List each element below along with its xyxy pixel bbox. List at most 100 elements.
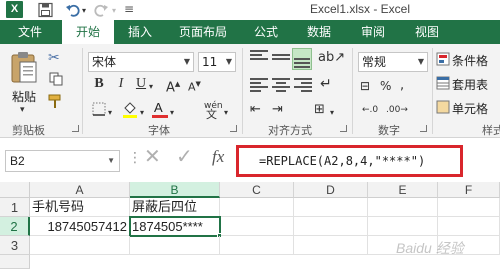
- paste-dropdown-icon[interactable]: ▾: [20, 102, 25, 118]
- increase-font-icon[interactable]: A▲: [166, 76, 180, 96]
- format-as-table-button[interactable]: 套用表: [452, 76, 488, 93]
- cell-c2[interactable]: [221, 217, 294, 236]
- cell-a3[interactable]: [30, 236, 130, 255]
- align-top-icon[interactable]: [250, 50, 268, 64]
- tab-insert[interactable]: 插入: [116, 20, 164, 44]
- conditional-formatting-icon[interactable]: [436, 52, 450, 66]
- underline-button[interactable]: U: [134, 76, 148, 92]
- font-color-dropdown-icon[interactable]: ▾: [170, 105, 174, 121]
- column-header-a[interactable]: A: [30, 182, 130, 198]
- cell-e1[interactable]: [368, 198, 438, 217]
- undo-icon[interactable]: [66, 2, 80, 18]
- format-as-table-icon[interactable]: [436, 76, 450, 90]
- undo-dropdown-icon[interactable]: ▾: [82, 3, 86, 19]
- accounting-format-icon[interactable]: ⊟: [360, 78, 370, 94]
- insert-function-icon[interactable]: fx: [212, 148, 224, 165]
- tab-view[interactable]: 视图: [404, 20, 450, 44]
- wrap-text-icon[interactable]: ↵: [320, 76, 332, 92]
- cell-b2[interactable]: 1874505****: [129, 216, 221, 237]
- borders-dropdown-icon[interactable]: ▾: [108, 105, 112, 121]
- copy-icon[interactable]: [49, 72, 63, 86]
- font-launcher-icon[interactable]: [230, 125, 237, 132]
- column-header-f[interactable]: F: [438, 182, 500, 198]
- row-header-2[interactable]: 2: [0, 217, 30, 236]
- align-bottom-icon[interactable]: [292, 48, 312, 70]
- underline-dropdown-icon[interactable]: ▾: [149, 79, 153, 95]
- divider: [432, 48, 433, 134]
- comma-style-icon[interactable]: ,: [400, 78, 404, 94]
- column-header-e[interactable]: E: [368, 182, 438, 198]
- divider: [352, 48, 353, 134]
- row-header-3[interactable]: 3: [0, 236, 30, 255]
- cell-f2[interactable]: [438, 217, 500, 236]
- save-icon[interactable]: [38, 2, 53, 18]
- row-header-1[interactable]: 1: [0, 198, 30, 217]
- excel-app-icon[interactable]: X: [6, 1, 23, 18]
- conditional-formatting-button[interactable]: 条件格: [452, 52, 488, 69]
- phonetic-dropdown-icon[interactable]: ▾: [224, 105, 228, 121]
- more-options-icon[interactable]: ⋮: [128, 150, 142, 166]
- font-name-select[interactable]: 宋体 ▼: [88, 52, 194, 72]
- align-middle-icon[interactable]: [272, 54, 290, 68]
- tab-review[interactable]: 审阅: [350, 20, 396, 44]
- merge-center-icon[interactable]: ⊞: [314, 102, 325, 118]
- customize-qat-icon[interactable]: ≡: [124, 1, 134, 17]
- font-color-icon[interactable]: A: [152, 100, 168, 118]
- number-format-select[interactable]: 常规 ▼: [358, 52, 428, 72]
- align-right-icon[interactable]: [294, 78, 312, 92]
- cancel-icon[interactable]: ✕: [144, 146, 161, 166]
- align-left-icon[interactable]: [250, 78, 268, 92]
- italic-button[interactable]: I: [114, 76, 128, 92]
- cell-a2[interactable]: 18745057412: [30, 217, 130, 236]
- align-center-icon[interactable]: [272, 78, 290, 92]
- percent-style-icon[interactable]: %: [380, 78, 391, 94]
- fill-color-icon[interactable]: [122, 100, 138, 118]
- tab-formulas[interactable]: 公式: [244, 20, 288, 44]
- paste-icon[interactable]: [10, 50, 38, 84]
- decrease-indent-icon[interactable]: ⇤: [250, 102, 261, 118]
- cut-icon[interactable]: ✂: [48, 50, 60, 66]
- tab-file[interactable]: 文件: [4, 20, 56, 44]
- number-launcher-icon[interactable]: [420, 125, 427, 132]
- cell-d3[interactable]: [294, 236, 368, 255]
- name-box[interactable]: B2 ▼: [5, 150, 120, 172]
- cell-styles-icon[interactable]: [436, 100, 450, 114]
- tab-page-layout[interactable]: 页面布局: [172, 20, 234, 44]
- font-size-select[interactable]: 11 ▼: [198, 52, 236, 72]
- cell-d2[interactable]: [294, 217, 368, 236]
- cell-b1[interactable]: 屏蔽后四位: [130, 198, 220, 217]
- merge-dropdown-icon[interactable]: ▾: [330, 105, 334, 121]
- borders-icon[interactable]: [92, 102, 106, 116]
- formula-input[interactable]: =REPLACE(A2,8,4,"****"): [236, 145, 463, 177]
- cell-b3[interactable]: [130, 236, 220, 255]
- column-header-b[interactable]: B: [130, 182, 220, 198]
- row-header-next[interactable]: [0, 255, 30, 269]
- styles-group-label: 样式: [482, 124, 500, 137]
- decrease-font-icon[interactable]: A▼: [188, 76, 201, 96]
- alignment-launcher-icon[interactable]: [340, 125, 347, 132]
- select-all-corner[interactable]: [0, 182, 30, 198]
- decrease-decimal-icon[interactable]: .00→: [386, 102, 408, 118]
- enter-icon[interactable]: ✓: [176, 146, 193, 166]
- cell-a1[interactable]: 手机号码: [30, 198, 130, 217]
- cell-d1[interactable]: [294, 198, 368, 217]
- bold-button[interactable]: B: [92, 76, 106, 92]
- redo-dropdown-icon[interactable]: ▾: [112, 3, 116, 19]
- cell-e2[interactable]: [368, 217, 438, 236]
- orientation-icon[interactable]: ab↗: [318, 50, 345, 66]
- cell-c3[interactable]: [220, 236, 294, 255]
- redo-icon[interactable]: [94, 2, 108, 18]
- increase-decimal-icon[interactable]: ←.0: [362, 102, 378, 118]
- cell-c1[interactable]: [220, 198, 294, 217]
- column-header-c[interactable]: C: [220, 182, 294, 198]
- increase-indent-icon[interactable]: ⇥: [272, 102, 283, 118]
- column-header-d[interactable]: D: [294, 182, 368, 198]
- fill-color-dropdown-icon[interactable]: ▾: [140, 105, 144, 121]
- clipboard-launcher-icon[interactable]: [72, 125, 79, 132]
- tab-data[interactable]: 数据: [296, 20, 342, 44]
- cell-f1[interactable]: [438, 198, 500, 217]
- tab-home[interactable]: 开始: [62, 20, 114, 44]
- format-painter-icon[interactable]: [48, 94, 64, 110]
- cell-styles-button[interactable]: 单元格: [452, 100, 488, 117]
- alignment-group-label: 对齐方式: [268, 124, 312, 137]
